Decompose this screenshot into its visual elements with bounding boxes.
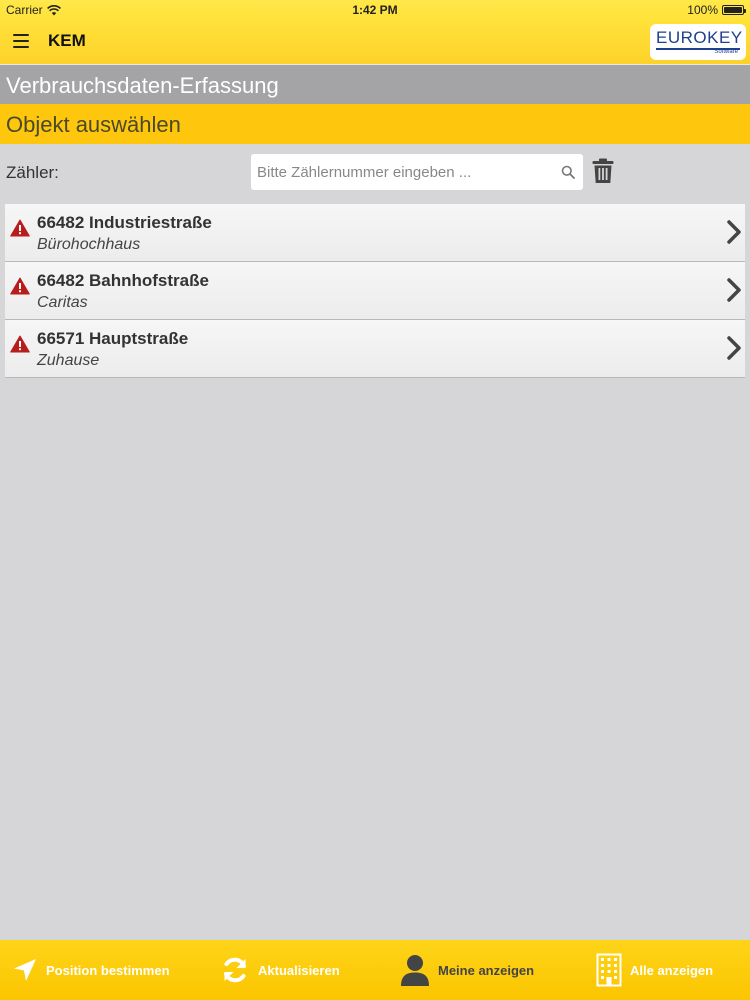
logo-text: EUROKEY: [656, 28, 743, 47]
location-arrow-icon: [14, 959, 36, 981]
status-bar: Carrier 1:42 PM 100%: [0, 0, 750, 20]
warning-icon: [10, 277, 30, 295]
counter-number-input[interactable]: [257, 154, 547, 190]
counter-search-row: Zähler:: [0, 144, 750, 200]
list-item[interactable]: 66571 Hauptstraße Zuhause: [5, 320, 745, 378]
trash-icon[interactable]: [592, 158, 614, 184]
counter-label: Zähler:: [6, 163, 59, 182]
list-item[interactable]: 66482 Bahnhofstraße Caritas: [5, 262, 745, 320]
logo-subtext: Software: [714, 49, 738, 55]
show-all-button[interactable]: Alle anzeigen: [596, 940, 713, 1000]
show-all-button-label: Alle anzeigen: [630, 962, 714, 978]
warning-icon: [10, 335, 30, 353]
battery-percent: 100%: [687, 3, 718, 17]
chevron-right-icon[interactable]: [725, 278, 743, 302]
list-item[interactable]: 66482 Industriestraße Bürohochhaus: [5, 204, 745, 262]
object-title: 66482 Bahnhofstraße: [37, 271, 209, 290]
warning-icon: [10, 219, 30, 237]
object-title: 66482 Industriestraße: [37, 213, 212, 232]
object-list: 66482 Industriestraße Bürohochhaus 66482…: [5, 204, 745, 378]
object-title: 66571 Hauptstraße: [37, 329, 189, 348]
app-title: KEM: [48, 31, 86, 50]
capture-section-header: Verbrauchsdaten-Erfassung: [0, 64, 750, 104]
hamburger-menu-icon[interactable]: [12, 30, 34, 52]
object-subtitle: Bürohochhaus: [37, 236, 141, 253]
search-icon[interactable]: [561, 165, 575, 179]
counter-search-box[interactable]: [251, 154, 583, 190]
chevron-right-icon[interactable]: [725, 336, 743, 360]
status-time: 1:42 PM: [352, 3, 398, 17]
refresh-button[interactable]: Aktualisieren: [220, 940, 340, 1000]
status-right: 100%: [687, 3, 746, 17]
app-header: KEM EUROKEY Software: [0, 20, 750, 64]
select-object-header: Objekt auswählen: [0, 104, 750, 144]
position-button[interactable]: Position bestimmen: [12, 940, 170, 1000]
user-icon: [401, 955, 429, 986]
refresh-icon: [224, 957, 246, 983]
battery-icon: [722, 5, 746, 15]
bottom-toolbar: Position bestimmen Aktualisieren Meine a…: [0, 940, 750, 1000]
object-subtitle: Caritas: [37, 294, 88, 311]
refresh-button-label: Aktualisieren: [258, 962, 340, 978]
chevron-right-icon[interactable]: [725, 220, 743, 244]
show-mine-button[interactable]: Meine anzeigen: [400, 940, 534, 1000]
object-subtitle: Zuhause: [37, 352, 100, 369]
building-icon: [596, 953, 622, 987]
capture-section-title: Verbrauchsdaten-Erfassung: [6, 73, 279, 98]
position-button-label: Position bestimmen: [46, 962, 170, 978]
select-object-title: Objekt auswählen: [6, 112, 181, 137]
show-mine-button-label: Meine anzeigen: [438, 962, 535, 978]
eurokey-logo: EUROKEY Software: [650, 24, 746, 60]
